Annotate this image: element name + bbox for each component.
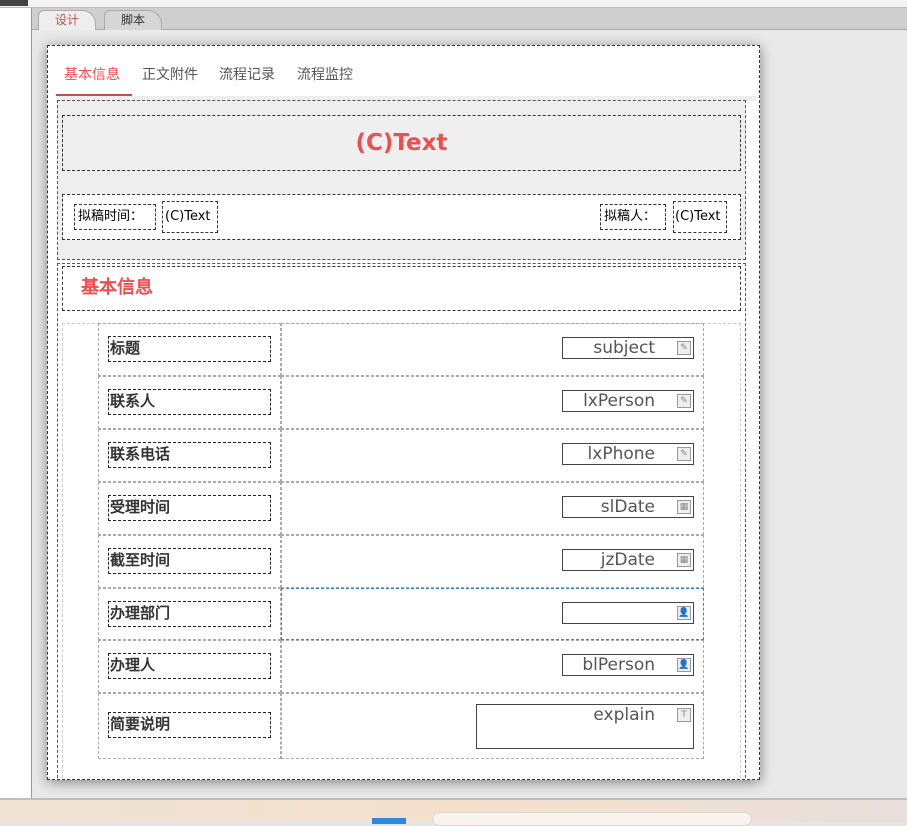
drafter-label: 拟稿人： xyxy=(600,204,666,230)
edit-icon[interactable]: ✎ xyxy=(677,394,691,408)
edit-icon[interactable]: ✎ xyxy=(677,447,691,461)
field-label: 办理部门 xyxy=(108,601,271,627)
field-label: 办理人 xyxy=(108,653,271,679)
editor-tab-bar: 设计 脚本 xyxy=(32,8,907,30)
person-icon[interactable]: 👤 xyxy=(677,606,691,620)
section-title: 基本信息 xyxy=(62,266,741,311)
field-input-subject[interactable]: subject ✎ xyxy=(562,337,694,359)
toolbar xyxy=(0,0,907,8)
field-label: 受理时间 xyxy=(108,495,271,521)
person-icon[interactable]: 👤 xyxy=(677,658,691,672)
tab-design[interactable]: 设计 xyxy=(38,10,97,30)
field-value: slDate xyxy=(600,497,655,517)
calendar-icon[interactable]: ▦ xyxy=(677,553,691,567)
field-label: 标题 xyxy=(108,336,271,362)
field-label: 截至时间 xyxy=(108,548,271,574)
field-input-blPerson[interactable]: blPerson 👤 xyxy=(562,654,694,676)
form-card: 基本信息 正文附件 流程记录 流程监控 (C)Text 拟稿时间： (C)Tex… xyxy=(47,45,760,780)
field-label: 联系电话 xyxy=(108,442,271,468)
field-input-lxPhone[interactable]: lxPhone ✎ xyxy=(562,443,694,465)
calendar-icon[interactable]: ▦ xyxy=(677,500,691,514)
form-title: (C)Text xyxy=(62,115,741,171)
form-tab-basic-info[interactable]: 基本信息 xyxy=(64,64,120,84)
windows-start-icon[interactable] xyxy=(372,818,406,824)
field-input-slDate[interactable]: slDate ▦ xyxy=(562,496,694,518)
form-tab-flow-records[interactable]: 流程记录 xyxy=(219,64,275,84)
edit-icon[interactable]: ✎ xyxy=(677,341,691,355)
form-tab-attachments[interactable]: 正文附件 xyxy=(142,64,198,84)
field-value: blPerson xyxy=(582,655,655,675)
field-input-department[interactable]: 👤 xyxy=(562,602,694,624)
taskbar xyxy=(0,798,907,826)
form-tab-flow-monitor[interactable]: 流程监控 xyxy=(297,64,353,84)
field-value: explain xyxy=(593,705,655,725)
field-input-explain[interactable]: explain T xyxy=(476,704,694,749)
field-value: jzDate xyxy=(600,550,655,570)
field-value: lxPhone xyxy=(587,444,655,464)
left-panel xyxy=(0,8,32,798)
field-input-lxPerson[interactable]: lxPerson ✎ xyxy=(562,390,694,412)
field-label: 简要说明 xyxy=(108,712,271,738)
field-input-jzDate[interactable]: jzDate ▦ xyxy=(562,549,694,571)
draft-time-label: 拟稿时间： xyxy=(74,204,156,230)
tab-script[interactable]: 脚本 xyxy=(104,10,163,30)
field-label: 联系人 xyxy=(108,389,271,415)
field-value: lxPerson xyxy=(583,391,655,411)
drafter-value: (C)Text xyxy=(673,201,727,233)
textarea-icon[interactable]: T xyxy=(677,708,691,722)
field-value: subject xyxy=(593,338,655,358)
draft-time-value: (C)Text xyxy=(162,201,218,233)
taskbar-search[interactable] xyxy=(432,812,752,826)
